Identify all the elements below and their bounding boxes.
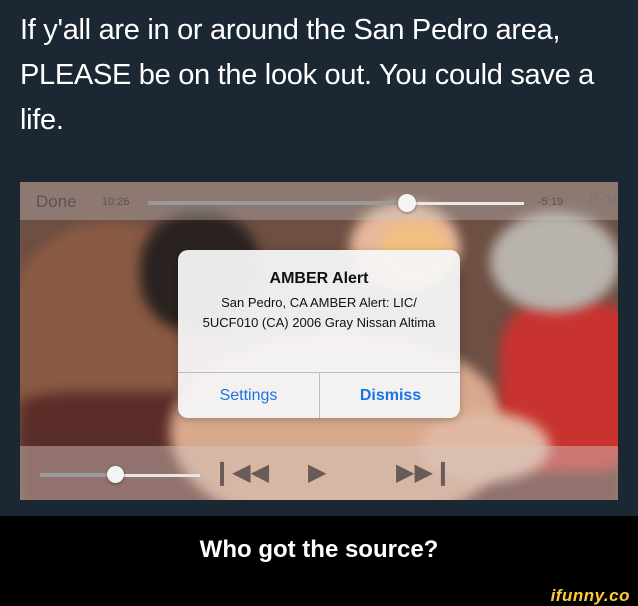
volume-level — [40, 473, 116, 477]
amber-alert-dialog: AMBER Alert San Pedro, CA AMBER Alert: L… — [178, 250, 460, 418]
scrubber-progress — [148, 201, 408, 205]
fullscreen-icon[interactable]: ⇱⇲ — [590, 190, 617, 210]
done-button[interactable]: Done — [36, 192, 77, 212]
footer-band — [0, 586, 638, 606]
scrubber-knob[interactable] — [398, 194, 417, 212]
time-elapsed: 10:26 — [102, 196, 130, 208]
player-top-bar: Done 10:26 -5:19 ⇱⇲ — [20, 182, 618, 220]
volume-knob[interactable] — [107, 466, 125, 483]
video-screenshot: Done 10:26 -5:19 ⇱⇲ ❙◀◀ ▶ ▶▶❙ AMBER Aler… — [20, 182, 618, 500]
fast-forward-icon[interactable]: ▶▶❙ — [396, 458, 453, 488]
player-bottom-bar: ❙◀◀ ▶ ▶▶❙ — [20, 446, 618, 500]
ifunny-watermark: ifunny.co — [550, 586, 630, 605]
time-remaining: -5:19 — [538, 196, 564, 208]
caption-text: Who got the source? — [199, 536, 439, 563]
alert-title: AMBER Alert — [269, 270, 369, 287]
post-text: If y'all are in or around the San Pedro … — [20, 14, 594, 136]
dismiss-button[interactable]: Dismiss — [320, 373, 460, 418]
alert-message: San Pedro, CA AMBER Alert: LIC/ 5UCF010 … — [202, 295, 436, 330]
caption-band: Who got the source? — [0, 516, 638, 586]
settings-button[interactable]: Settings — [178, 373, 319, 418]
rewind-icon[interactable]: ❙◀◀ — [212, 458, 269, 488]
play-icon[interactable]: ▶ — [308, 458, 326, 488]
